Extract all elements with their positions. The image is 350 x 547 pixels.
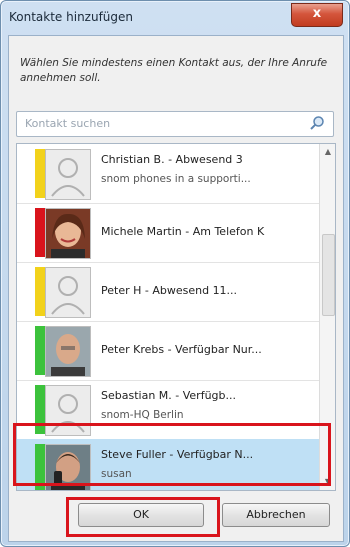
person-placeholder-icon <box>46 268 90 317</box>
contact-note: snom-HQ Berlin <box>101 409 184 421</box>
search-icon[interactable] <box>309 115 325 131</box>
close-button[interactable]: x <box>291 3 343 27</box>
contact-name-status: Sebastian M. - Verfügb... <box>101 389 236 402</box>
contact-row[interactable]: Christian B. - Abwesend 3 snom phones in… <box>17 144 319 204</box>
status-indicator <box>35 208 45 257</box>
status-indicator <box>35 149 45 198</box>
avatar <box>45 208 91 259</box>
contact-row[interactable]: Peter Krebs - Verfügbar Nur... <box>17 321 319 381</box>
window-title: Kontakte hinzufügen <box>9 10 134 24</box>
cancel-button[interactable]: Abbrechen <box>222 503 330 527</box>
contact-name-status: Peter Krebs - Verfügbar Nur... <box>101 343 262 356</box>
contact-name-status: Christian B. - Abwesend 3 <box>101 153 243 166</box>
contact-note: snom phones in a supporti... <box>101 173 251 185</box>
instruction-text: Wählen Sie mindestens einen Kontakt aus,… <box>20 57 328 84</box>
search-placeholder: Kontakt suchen <box>25 117 111 130</box>
contact-name-status: Peter H - Abwesend 11... <box>101 284 238 297</box>
person-photo-icon <box>46 327 90 376</box>
scroll-thumb[interactable] <box>322 234 335 316</box>
status-indicator <box>35 326 45 375</box>
contact-row[interactable]: Michele Martin - Am Telefon K <box>17 203 319 263</box>
status-indicator <box>35 267 45 316</box>
ok-highlight-frame <box>66 497 220 537</box>
search-input[interactable]: Kontakt suchen <box>16 111 334 137</box>
person-placeholder-icon <box>46 150 90 199</box>
avatar <box>45 149 91 200</box>
selection-highlight-frame <box>13 423 331 486</box>
avatar <box>45 326 91 377</box>
scroll-up-icon[interactable]: ▲ <box>320 144 335 160</box>
person-photo-icon <box>46 209 90 258</box>
contact-row[interactable]: Peter H - Abwesend 11... <box>17 262 319 322</box>
contact-name-status: Michele Martin - Am Telefon K <box>101 225 265 238</box>
avatar <box>45 267 91 318</box>
title-bar[interactable]: Kontakte hinzufügen x <box>1 1 349 35</box>
